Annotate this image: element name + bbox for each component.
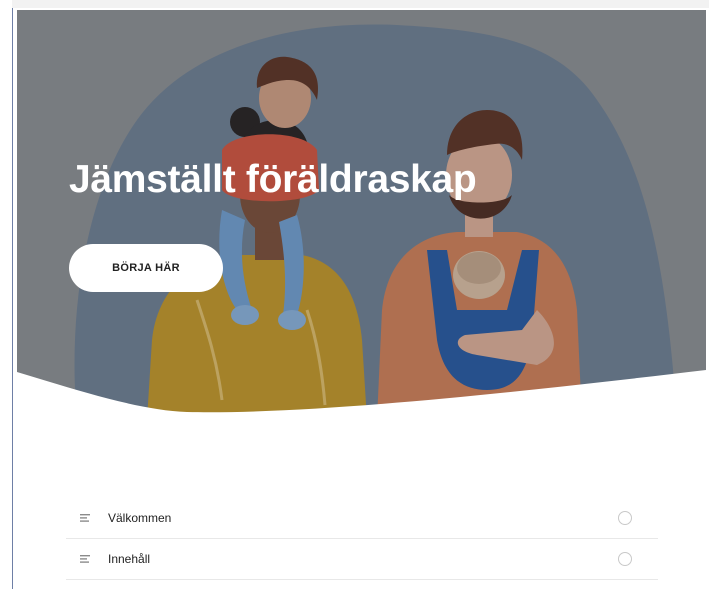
start-button[interactable]: BÖRJA HÄR <box>69 244 223 292</box>
lesson-item-valkommen[interactable]: Välkommen <box>66 498 658 539</box>
parents-with-children-illustration <box>17 10 706 420</box>
lesson-label: Innehåll <box>108 552 151 566</box>
lesson-item-innehall[interactable]: Innehåll <box>66 539 658 580</box>
page-title: Jämställt föräldraskap <box>69 158 477 201</box>
page-border <box>12 0 13 589</box>
page-top-strip <box>12 0 709 8</box>
lesson-label: Välkommen <box>108 511 172 525</box>
hero-banner: Jämställt föräldraskap BÖRJA HÄR <box>17 10 706 420</box>
lines-icon <box>80 555 94 563</box>
lines-icon <box>80 514 94 522</box>
progress-circle-icon <box>618 511 632 525</box>
progress-circle-icon <box>618 552 632 566</box>
lesson-list: Välkommen Innehåll <box>66 498 658 580</box>
